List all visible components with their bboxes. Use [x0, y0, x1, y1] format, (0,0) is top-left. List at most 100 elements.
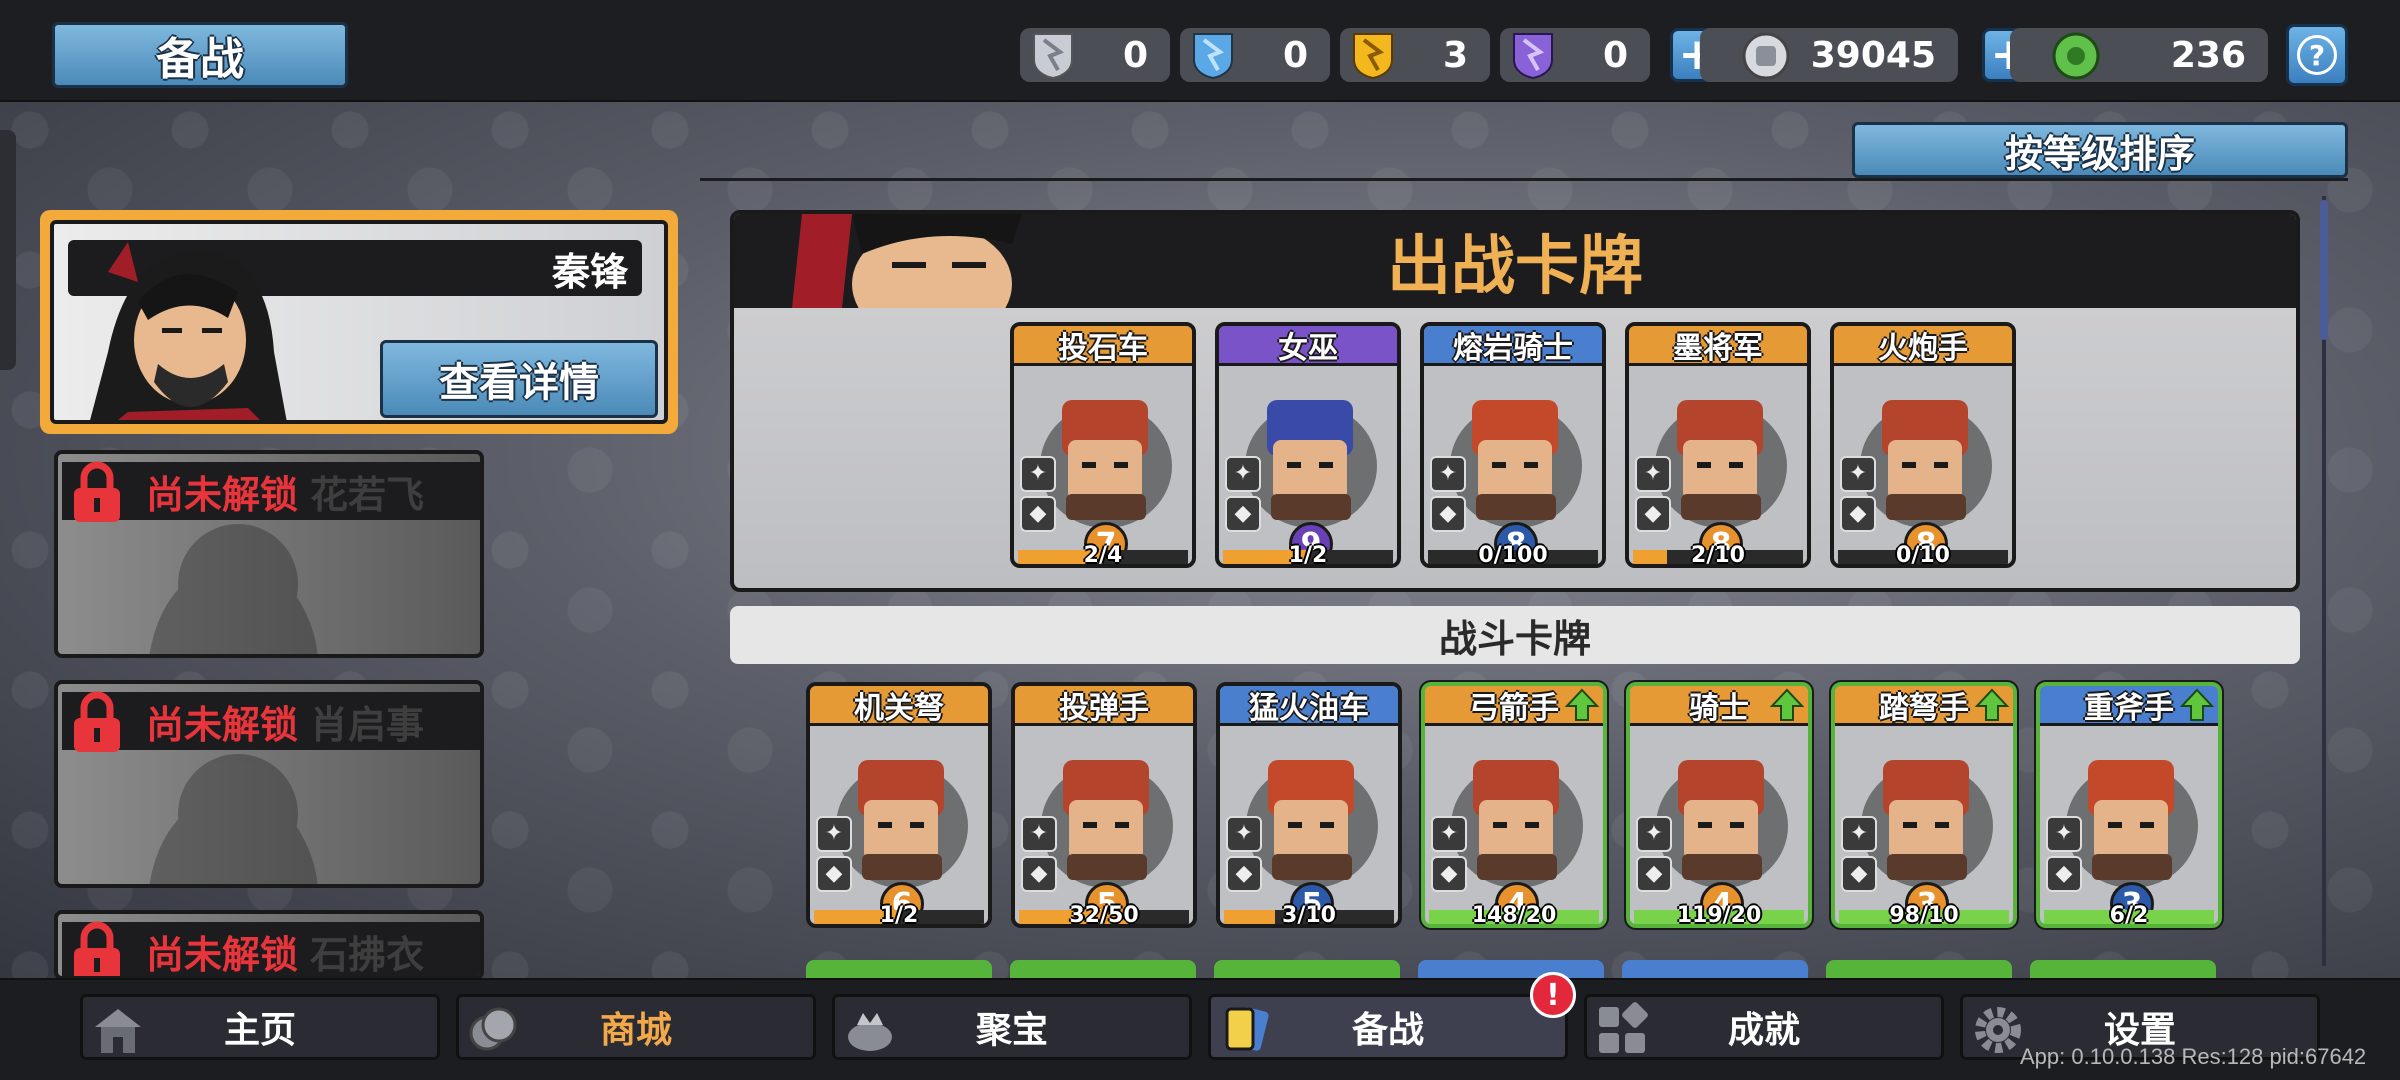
card-partial[interactable]	[1622, 960, 1808, 980]
view-details-button[interactable]: 查看详情	[380, 340, 658, 418]
card-progress-text: 1/2	[1288, 543, 1328, 568]
scrollbar-thumb[interactable]	[2320, 200, 2328, 340]
sort-by-level-button[interactable]: 按等级排序	[1852, 122, 2348, 178]
card-progress-text: 2/4	[1083, 543, 1123, 568]
trait-icon: ◆	[816, 856, 852, 892]
unit-card[interactable]: 火炮手 ✦ ◆ 8 0/10	[1830, 322, 2016, 568]
trait-icon: ◆	[1226, 856, 1262, 892]
coins-display: 39045	[1700, 28, 1958, 82]
card-partial[interactable]	[1826, 960, 2012, 980]
deck-title: 出战卡牌	[1387, 230, 1643, 304]
hero-name: 秦锋	[551, 249, 628, 294]
upgrade-arrow-icon	[2180, 688, 2214, 721]
build-info: App: 0.10.0.138 Res:128 pid:67642	[2020, 1044, 2367, 1069]
skill-icon: ✦	[1636, 816, 1672, 852]
unit-card[interactable]: 机关弩 ✦ ◆ 6 1/2	[806, 682, 992, 928]
hero-card-locked[interactable]: 尚未解锁 石拂衣	[54, 910, 484, 980]
trait-icon: ◆	[1840, 496, 1876, 532]
unit-card[interactable]: 墨将军 ✦ ◆ 8 2/10	[1625, 322, 1811, 568]
home-icon	[95, 1009, 141, 1053]
card-partial[interactable]	[2030, 960, 2216, 980]
silver-shard-icon	[1033, 33, 1073, 80]
upgrade-arrow-icon	[1975, 688, 2009, 721]
hero-card-locked[interactable]: 尚未解锁 花若飞	[54, 450, 484, 658]
trait-icon: ◆	[1635, 496, 1671, 532]
card-name: 投石车	[1014, 326, 1192, 366]
card-progress-text: 32/50	[1069, 903, 1139, 928]
hero-card-locked[interactable]: 尚未解锁 肖启事	[54, 680, 484, 888]
skill-icon: ✦	[2046, 816, 2082, 852]
unit-card[interactable]: 猛火油车 ✦ ◆ 5 3/10	[1216, 682, 1402, 928]
card-partial[interactable]	[806, 960, 992, 980]
unit-card[interactable]: 女巫 ✦ ◆ 9 1/2	[1215, 322, 1401, 568]
divider	[700, 178, 2348, 181]
unit-card[interactable]: 弓箭手 ✦ ◆ 4 148/20	[1419, 680, 1609, 930]
nav-achievement-label: 成就	[1727, 1010, 1800, 1051]
nav-treasure-label: 聚宝	[975, 1010, 1048, 1051]
coins-value: 39045	[1810, 34, 1936, 76]
nav-treasure[interactable]: 聚宝	[832, 994, 1192, 1060]
skill-icon: ✦	[1020, 456, 1056, 492]
top-bar: 备战 0 0 3 0 + 39045 + 236 ?	[0, 0, 2400, 102]
upgrade-arrow-icon	[1565, 688, 1599, 721]
gear-icon	[1975, 1007, 2021, 1053]
nav-home-label: 主页	[223, 1010, 296, 1051]
card-partial[interactable]	[1214, 960, 1400, 980]
battle-title: 战斗卡牌	[1438, 616, 1591, 661]
trait-icon: ◆	[1841, 856, 1877, 892]
skill-icon: ✦	[816, 816, 852, 852]
unit-card[interactable]: 重斧手 ✦ ◆ 3 6/2	[2034, 680, 2224, 930]
trait-icon: ◆	[1430, 496, 1466, 532]
unit-card[interactable]: 骑士 ✦ ◆ 4 119/20	[1624, 680, 1814, 930]
skill-icon: ✦	[1841, 816, 1877, 852]
coin-icon	[1742, 32, 1790, 80]
locked-hero-name: 石拂衣	[310, 932, 425, 977]
hero-card-selected[interactable]: 秦锋 查看详情	[40, 210, 678, 434]
card-progress-text: 148/20	[1471, 903, 1557, 928]
card-progress-text: 0/10	[1896, 543, 1950, 568]
card-progress-text: 0/100	[1478, 543, 1548, 568]
locked-status: 尚未解锁	[146, 472, 299, 517]
unit-card[interactable]: 投石车 ✦ ◆ 7 2/4	[1010, 322, 1196, 568]
card-progress-text: 6/2	[2109, 903, 2149, 928]
card-partial[interactable]	[1010, 960, 1196, 980]
unit-card[interactable]: 熔岩骑士 ✦ ◆ 8 0/100	[1420, 322, 1606, 568]
gems-display: 236	[2010, 28, 2268, 82]
skill-icon: ✦	[1226, 816, 1262, 852]
jade-icon	[2052, 32, 2100, 80]
treasure-icon	[848, 1013, 892, 1051]
nav-achievement[interactable]: 成就	[1584, 994, 1944, 1060]
help-button[interactable]: ?	[2286, 24, 2348, 86]
help-icon: ?	[2297, 35, 2337, 75]
gold-shard-icon	[1353, 33, 1393, 80]
resource-purple-value: 0	[1602, 34, 1628, 76]
side-handle[interactable]	[0, 130, 16, 370]
unit-card[interactable]: 投弹手 ✦ ◆ 5 32/50	[1011, 682, 1197, 928]
card-progress-text: 98/10	[1889, 903, 1959, 928]
resource-blue[interactable]: 0	[1180, 28, 1330, 82]
resource-silver[interactable]: 0	[1020, 28, 1170, 82]
resource-blue-value: 0	[1282, 34, 1308, 76]
hero-silhouette	[149, 754, 318, 884]
nav-prepare[interactable]: 备战	[1208, 994, 1568, 1060]
card-name: 墨将军	[1629, 326, 1807, 366]
hero-face-banner	[792, 214, 1022, 308]
nav-home[interactable]: 主页	[80, 994, 440, 1060]
resource-gold[interactable]: 3	[1340, 28, 1490, 82]
card-progress-text: 2/10	[1691, 543, 1745, 568]
card-partial[interactable]	[1418, 960, 1604, 980]
nav-shop-label: 商城	[599, 1010, 672, 1051]
upgrade-arrow-icon	[1770, 688, 1804, 721]
trait-icon: ◆	[1225, 496, 1261, 532]
nav-shop[interactable]: 商城	[456, 994, 816, 1060]
achievement-icon	[1599, 1002, 1648, 1053]
skill-icon: ✦	[1840, 456, 1876, 492]
locked-status: 尚未解锁	[146, 702, 299, 747]
hero-card-frame: 秦锋 查看详情	[50, 220, 668, 424]
card-name: 猛火油车	[1220, 686, 1398, 726]
resource-purple[interactable]: 0	[1500, 28, 1650, 82]
card-name: 火炮手	[1834, 326, 2012, 366]
lock-icon	[74, 921, 120, 976]
lock-icon	[74, 691, 120, 752]
unit-card[interactable]: 踏弩手 ✦ ◆ 3 98/10	[1829, 680, 2019, 930]
